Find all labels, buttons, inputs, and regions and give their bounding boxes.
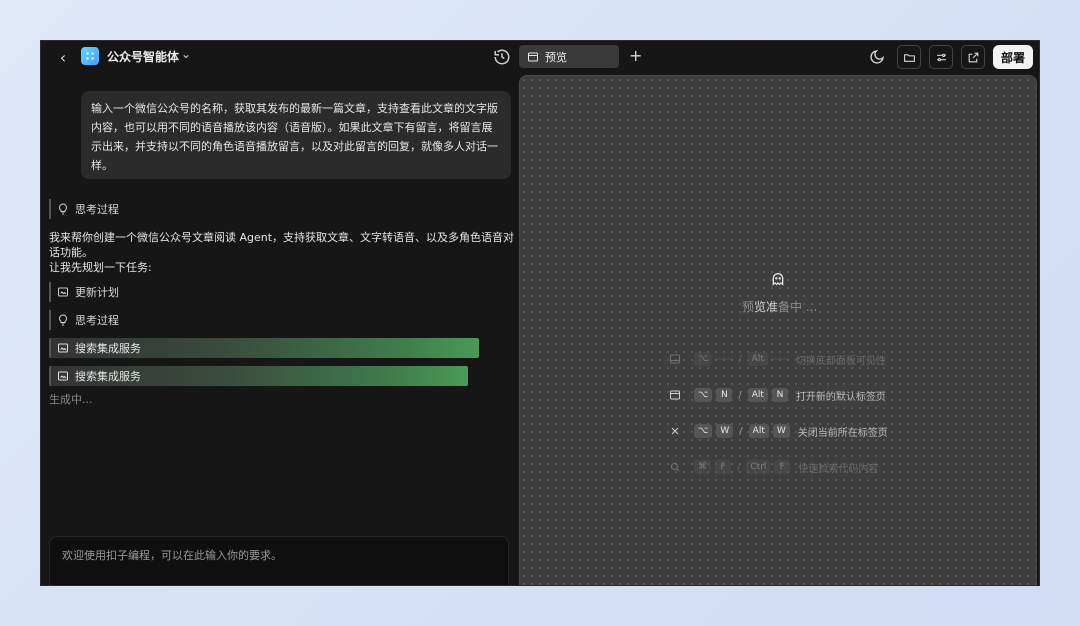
sliders-icon [936,53,946,61]
ghost-icon [772,273,784,286]
thinking-label: 思考过程 [75,203,119,216]
update-plan-step[interactable]: 更新计划 [49,282,119,302]
folder-icon [903,53,915,62]
window-icon [668,388,682,402]
chat-input[interactable]: 欢迎使用扣子编程，可以在此输入你的要求。 [49,536,509,585]
close-icon [668,424,682,438]
task-label: 搜索集成服务 [75,342,141,355]
generating-status: 生成中... [49,393,93,406]
answer-text: 我来帮你创建一个微信公众号文章阅读 Agent，支持获取文章、文字转语音、以及多… [49,231,515,259]
settings-button[interactable] [929,45,953,69]
thinking-step-2[interactable]: 思考过程 [49,310,119,330]
shortcut-toggle-panel: ⌥ / Alt 切换底部面板可见性 [668,350,886,368]
panel-icon [668,352,682,366]
tab-label: 预览 [545,50,567,64]
image-icon [58,371,68,381]
task-label: 搜索集成服务 [75,370,141,383]
back-icon[interactable]: ‹ [53,47,73,67]
add-tab-icon[interactable]: + [629,46,642,65]
folder-button[interactable] [897,45,921,69]
task-search-integration-2[interactable]: 搜索集成服务 [49,366,468,386]
task-search-integration-1[interactable]: 搜索集成服务 [49,338,479,358]
shortcut-new-tab: ⌥ N / Alt N 打开新的默认标签页 [668,386,886,404]
deploy-button[interactable]: 部署 [993,45,1033,69]
lightbulb-icon [59,314,67,326]
preview-canvas: 预览准备中 ... ⌥ / Alt 切换底部面板可见性 ⌥ N / Alt N … [519,75,1037,585]
app-window: ‹ 公众号智能体 ⌄ 输入一个微信公众号的名称，获取其发布的最新一篇文章，支持查… [40,40,1040,586]
history-icon[interactable] [493,48,511,66]
external-link-icon [968,52,978,62]
window-icon [528,52,538,61]
chat-panel: ‹ 公众号智能体 ⌄ 输入一个微信公众号的名称，获取其发布的最新一篇文章，支持查… [41,41,519,585]
shortcut-search-code: ⌘ F / Ctrl F 快速检索代码内容 [668,458,878,476]
thinking-step[interactable]: 思考过程 [49,199,119,219]
preview-panel: 预览 + 部署 预览准备中 ... ⌥ / Alt 切换底部面板可见性 ⌥ N … [519,41,1039,585]
lightbulb-icon [59,203,67,215]
open-external-button[interactable] [961,45,985,69]
preview-status: 预览准备中 ... [742,300,818,314]
thinking-label: 思考过程 [75,314,119,327]
assistant-answer: 我来帮你创建一个微信公众号文章阅读 Agent，支持获取文章、文字转语音、以及多… [49,230,529,275]
shortcut-close-tab: ⌥ W / Alt W 关闭当前所在标签页 [668,422,888,440]
agent-name[interactable]: 公众号智能体 [107,48,179,65]
tab-preview[interactable]: 预览 [519,45,619,68]
chevron-down-icon[interactable]: ⌄ [181,47,191,61]
search-icon [668,460,682,474]
update-plan-label: 更新计划 [75,286,119,299]
image-icon [58,287,68,297]
answer-subtext: 让我先规划一下任务: [49,261,152,274]
agent-logo [81,47,99,65]
user-message: 输入一个微信公众号的名称，获取其发布的最新一篇文章，支持查看此文章的文字版内容，… [81,91,511,179]
image-icon [58,343,68,353]
moon-icon[interactable] [869,49,885,65]
